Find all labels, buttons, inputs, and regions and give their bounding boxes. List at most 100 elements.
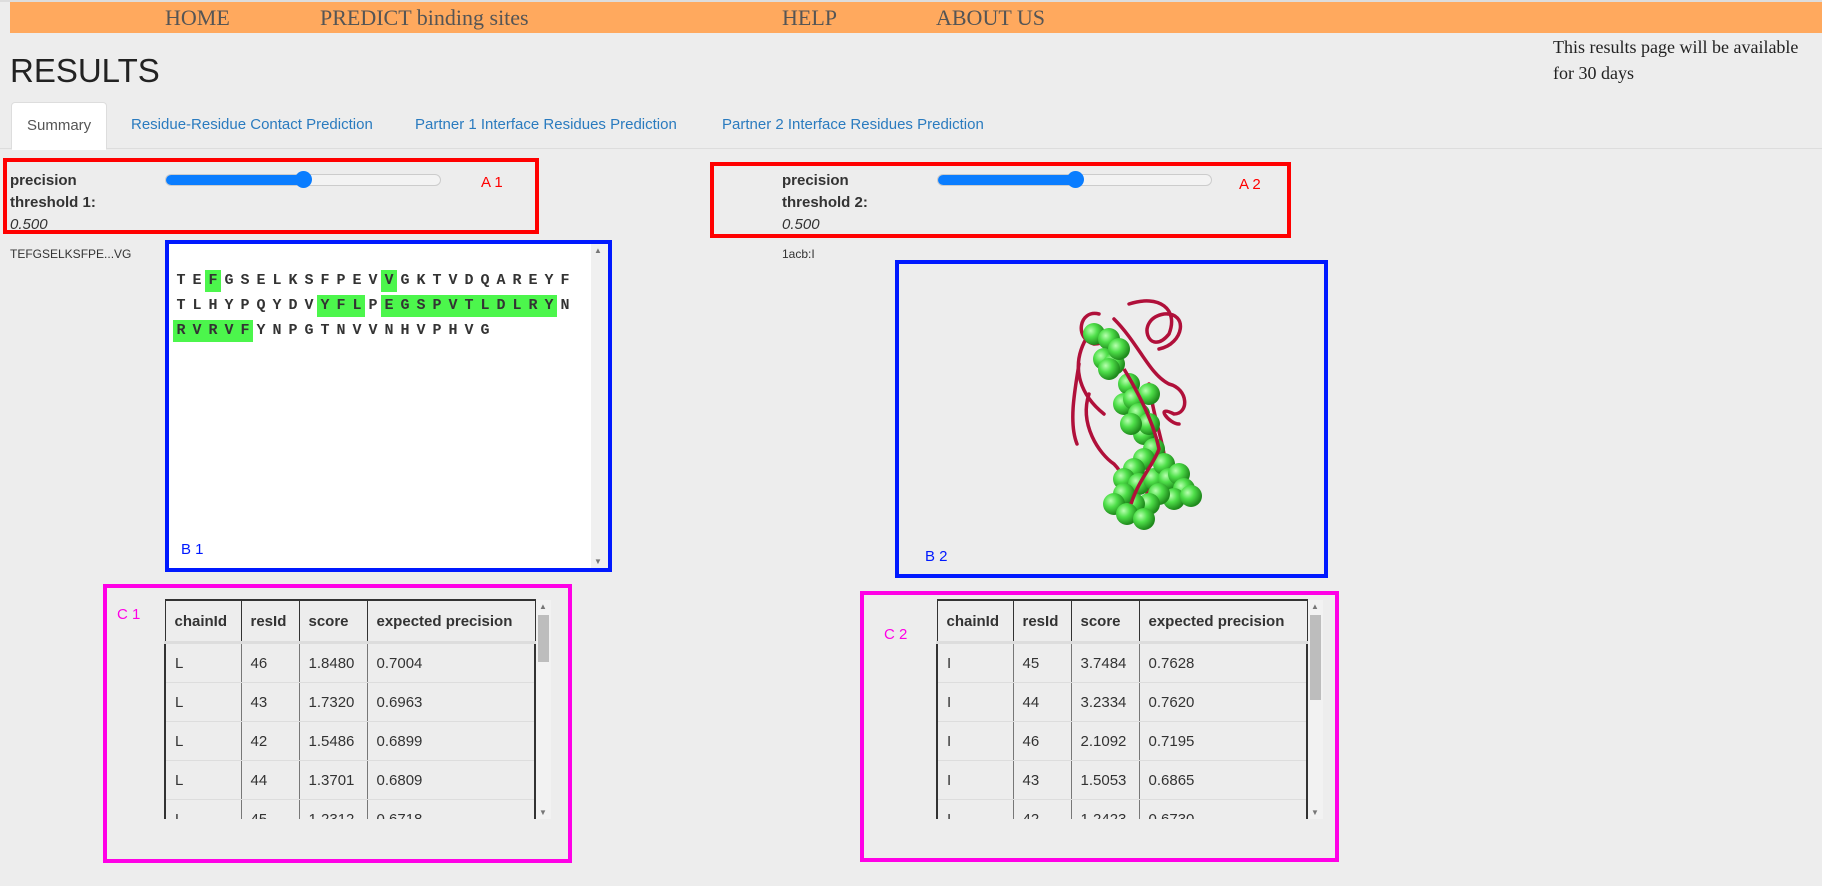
table-cell: I: [936, 642, 1014, 683]
slider-thumb[interactable]: [295, 171, 312, 188]
residue: Q: [480, 272, 490, 289]
table-cell: 0.6730: [1138, 799, 1308, 819]
scroll-up-icon[interactable]: ▲: [539, 602, 547, 611]
residue-highlighted: S: [413, 295, 429, 317]
table-cell: 0.7620: [1138, 682, 1308, 722]
partner1-table-scroll[interactable]: chainId resId score expected precision L 46 1.…: [164, 599, 536, 819]
residue: G: [304, 322, 314, 339]
table-cell: 0.6865: [1138, 760, 1308, 800]
residue: Y: [224, 297, 234, 314]
table-cell: 1.7320: [298, 682, 368, 722]
atom-sphere: [1133, 508, 1155, 530]
atom-sphere: [1098, 358, 1120, 380]
table-cell: 0.7195: [1138, 721, 1308, 761]
threshold2-slider[interactable]: [937, 171, 1212, 188]
scrollbar-thumb[interactable]: [1310, 615, 1321, 700]
nav-bar: HOME PREDICT binding sites HELP ABOUT US: [10, 2, 1822, 33]
sequence-scrollbar[interactable]: ▲ ▼: [591, 244, 608, 568]
residue: H: [448, 322, 458, 339]
residue: F: [560, 272, 570, 289]
scroll-down-icon[interactable]: ▼: [594, 557, 602, 566]
scroll-down-icon[interactable]: ▼: [1311, 808, 1319, 817]
column-header[interactable]: chainId: [936, 599, 1014, 644]
slider-thumb[interactable]: [1066, 171, 1084, 188]
structure-viewer[interactable]: B 2: [895, 260, 1328, 578]
protein-structure-image: [1071, 299, 1202, 530]
tab-partner1-interface[interactable]: Partner 1 Interface Residues Prediction: [415, 102, 677, 148]
column-header[interactable]: score: [298, 599, 368, 644]
partner2-table: chainId resId score expected precision I 45 3.…: [936, 599, 1308, 819]
atom-sphere: [1120, 413, 1142, 435]
residue: T: [320, 322, 330, 339]
table-cell: L: [164, 682, 242, 722]
table-row: L 44 1.3701 0.6809: [164, 760, 536, 800]
table-cell: L: [164, 760, 242, 800]
residue-highlighted: V: [381, 270, 397, 292]
tab-partner2-interface[interactable]: Partner 2 Interface Residues Prediction: [722, 102, 984, 148]
table-row: I 43 1.5053 0.6865: [936, 760, 1308, 800]
residue-highlighted: V: [445, 295, 461, 317]
residue-highlighted: V: [221, 320, 237, 342]
residue: N: [384, 322, 394, 339]
threshold2-label-line2: threshold 2:: [782, 194, 868, 211]
tab-contact-prediction[interactable]: Residue-Residue Contact Prediction: [131, 102, 373, 148]
threshold1-value: 0.500: [10, 216, 48, 233]
nav-help[interactable]: HELP: [782, 5, 837, 31]
table-row: I 45 3.7484 0.7628: [936, 642, 1308, 683]
residue: H: [208, 297, 218, 314]
table-cell: 1.5486: [298, 721, 368, 761]
residue: Y: [272, 297, 282, 314]
column-header[interactable]: chainId: [164, 599, 242, 644]
table-cell: 2.1092: [1070, 721, 1140, 761]
table-row: I 44 3.2334 0.7620: [936, 682, 1308, 722]
residue: T: [432, 272, 442, 289]
residue: V: [368, 272, 378, 289]
nav-home[interactable]: HOME: [165, 5, 230, 31]
residue: P: [240, 297, 250, 314]
nav-about[interactable]: ABOUT US: [936, 5, 1045, 31]
residue: D: [288, 297, 298, 314]
residue: V: [368, 322, 378, 339]
residue: Q: [256, 297, 266, 314]
residue: Y: [544, 272, 554, 289]
column-header[interactable]: resId: [240, 599, 300, 644]
table-cell: I: [936, 760, 1014, 800]
residue: V: [352, 322, 362, 339]
column-header[interactable]: score: [1070, 599, 1140, 644]
residue: T: [176, 297, 186, 314]
table-cell: 44: [1012, 682, 1072, 722]
scroll-up-icon[interactable]: ▲: [1311, 602, 1319, 611]
residue-highlighted: R: [173, 320, 189, 342]
threshold1-slider[interactable]: [165, 171, 441, 188]
column-header[interactable]: expected precision: [366, 599, 536, 644]
tab-summary[interactable]: Summary: [11, 102, 108, 150]
residue: A: [496, 272, 506, 289]
residue: N: [272, 322, 282, 339]
residue-highlighted: F: [237, 320, 253, 342]
threshold1-label-line1: precision: [10, 172, 77, 189]
column-header[interactable]: resId: [1012, 599, 1072, 644]
sequence-row: TEFGSELKSFPEVVGKTVDQAREYF: [173, 270, 573, 292]
residue: V: [304, 297, 314, 314]
residue-highlighted: L: [349, 295, 365, 317]
residue: L: [272, 272, 282, 289]
residue: K: [416, 272, 426, 289]
residue-highlighted: P: [429, 295, 445, 317]
box-a1-label: A 1: [481, 174, 503, 191]
partner2-table-scroll[interactable]: chainId resId score expected precision I 45 3.…: [936, 599, 1308, 819]
residue: V: [464, 322, 474, 339]
partner2-table-scrollbar[interactable]: ▲ ▼: [1308, 600, 1323, 819]
residue: H: [400, 322, 410, 339]
residue-highlighted: Y: [317, 295, 333, 317]
column-header[interactable]: expected precision: [1138, 599, 1308, 644]
partner1-table-scrollbar[interactable]: ▲ ▼: [536, 600, 551, 819]
table-cell: 43: [240, 682, 300, 722]
scroll-up-icon[interactable]: ▲: [594, 246, 602, 255]
nav-predict[interactable]: PREDICT binding sites: [320, 5, 529, 31]
table-row: I 42 1.2423 0.6730: [936, 799, 1308, 819]
table-row: L 42 1.5486 0.6899: [164, 721, 536, 761]
scrollbar-thumb[interactable]: [538, 615, 549, 662]
table-cell: 43: [1012, 760, 1072, 800]
scroll-down-icon[interactable]: ▼: [539, 808, 547, 817]
table-cell: 0.6718: [366, 799, 536, 819]
